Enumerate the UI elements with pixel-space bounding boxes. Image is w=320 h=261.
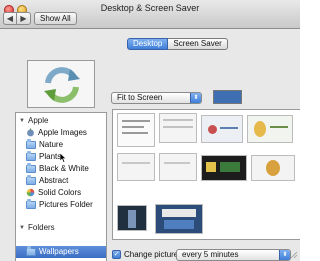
- wallpaper-thumbnail[interactable]: [159, 113, 197, 143]
- list-item-label: Abstract: [39, 176, 69, 185]
- group-label: Folders: [28, 223, 55, 232]
- color-wheel-icon: [26, 188, 35, 197]
- folder-icon: [26, 138, 36, 149]
- source-list: ▼ Apple Apple Images Nature Plants Black…: [15, 112, 107, 261]
- list-item-nature[interactable]: Nature: [26, 138, 106, 150]
- list-item-label: Apple Images: [38, 128, 87, 137]
- mouse-pointer-icon: [60, 153, 67, 163]
- wallpaper-thumbnail[interactable]: [201, 115, 243, 143]
- folder-icon: [26, 150, 36, 161]
- preferences-pane: Desktop Screen Saver Fit to Screen ⬍ ▼ A…: [0, 29, 300, 261]
- group-folders[interactable]: ▼ Folders: [19, 223, 55, 232]
- list-item-pictures-folder[interactable]: Pictures Folder: [26, 198, 106, 210]
- change-interval-value: every 5 minutes: [182, 250, 239, 259]
- popup-arrows-icon: ⬍: [190, 93, 201, 103]
- wallpaper-thumbnail[interactable]: [247, 115, 293, 143]
- fit-mode-value: Fit to Screen: [117, 93, 163, 102]
- refresh-arrows-icon: [44, 67, 80, 103]
- nav-buttons: ◀ ▶: [3, 12, 31, 25]
- list-item-label: Pictures Folder: [39, 200, 93, 209]
- list-item-apple-images[interactable]: Apple Images: [26, 127, 106, 138]
- list-item-abstract[interactable]: Abstract: [26, 174, 106, 186]
- wallpaper-thumbnail[interactable]: [251, 155, 295, 181]
- list-item-label: Wallpapers: [39, 247, 79, 256]
- list-item-label: Black & White: [39, 164, 89, 173]
- back-button[interactable]: ◀: [3, 12, 17, 25]
- wallpaper-thumbnail[interactable]: [155, 204, 203, 234]
- current-wallpaper-preview: [27, 60, 95, 108]
- forward-button[interactable]: ▶: [17, 12, 31, 25]
- tab-screen-saver[interactable]: Screen Saver: [168, 38, 228, 50]
- window-toolbar: Desktop & Screen Saver ◀ ▶ Show All: [0, 0, 300, 29]
- list-item-label: Plants: [39, 152, 62, 161]
- folder-icon: [26, 174, 36, 185]
- folder-icon: [26, 162, 36, 173]
- wallpaper-thumbnail[interactable]: [117, 205, 147, 231]
- folder-icon: [26, 198, 36, 209]
- disclosure-triangle-icon[interactable]: ▼: [19, 225, 26, 231]
- group-apple[interactable]: ▼ Apple: [19, 116, 48, 125]
- fit-mode-select[interactable]: Fit to Screen ⬍: [111, 92, 202, 104]
- wallpaper-thumbnail[interactable]: [117, 113, 155, 147]
- folder-icon: [26, 245, 36, 256]
- disclosure-triangle-icon[interactable]: ▼: [19, 118, 26, 124]
- popup-arrows-icon: ⬍: [279, 250, 290, 260]
- wallpaper-thumbnail[interactable]: [159, 153, 197, 181]
- resize-grip-icon[interactable]: [290, 251, 298, 259]
- change-interval-select[interactable]: every 5 minutes ⬍: [176, 249, 291, 261]
- desktop-color-well[interactable]: [213, 90, 242, 104]
- change-picture-checkbox[interactable]: ✓: [112, 250, 121, 259]
- wallpaper-thumbnail[interactable]: [201, 155, 247, 181]
- wallpaper-grid: [112, 109, 300, 240]
- group-label: Apple: [28, 116, 49, 125]
- list-item-black-white[interactable]: Black & White: [26, 162, 106, 174]
- list-item-solid-colors[interactable]: Solid Colors: [26, 187, 106, 198]
- list-item-wallpapers[interactable]: Wallpapers: [26, 245, 106, 257]
- tab-desktop[interactable]: Desktop: [127, 38, 169, 50]
- change-picture-label: Change picture:: [124, 250, 181, 259]
- show-all-button[interactable]: Show All: [34, 12, 77, 25]
- wallpaper-thumbnail[interactable]: [117, 153, 155, 181]
- list-item-label: Solid Colors: [38, 188, 82, 197]
- tab-switcher: Desktop Screen Saver: [127, 38, 228, 50]
- apple-icon: [27, 128, 34, 137]
- list-item-label: Nature: [39, 140, 64, 149]
